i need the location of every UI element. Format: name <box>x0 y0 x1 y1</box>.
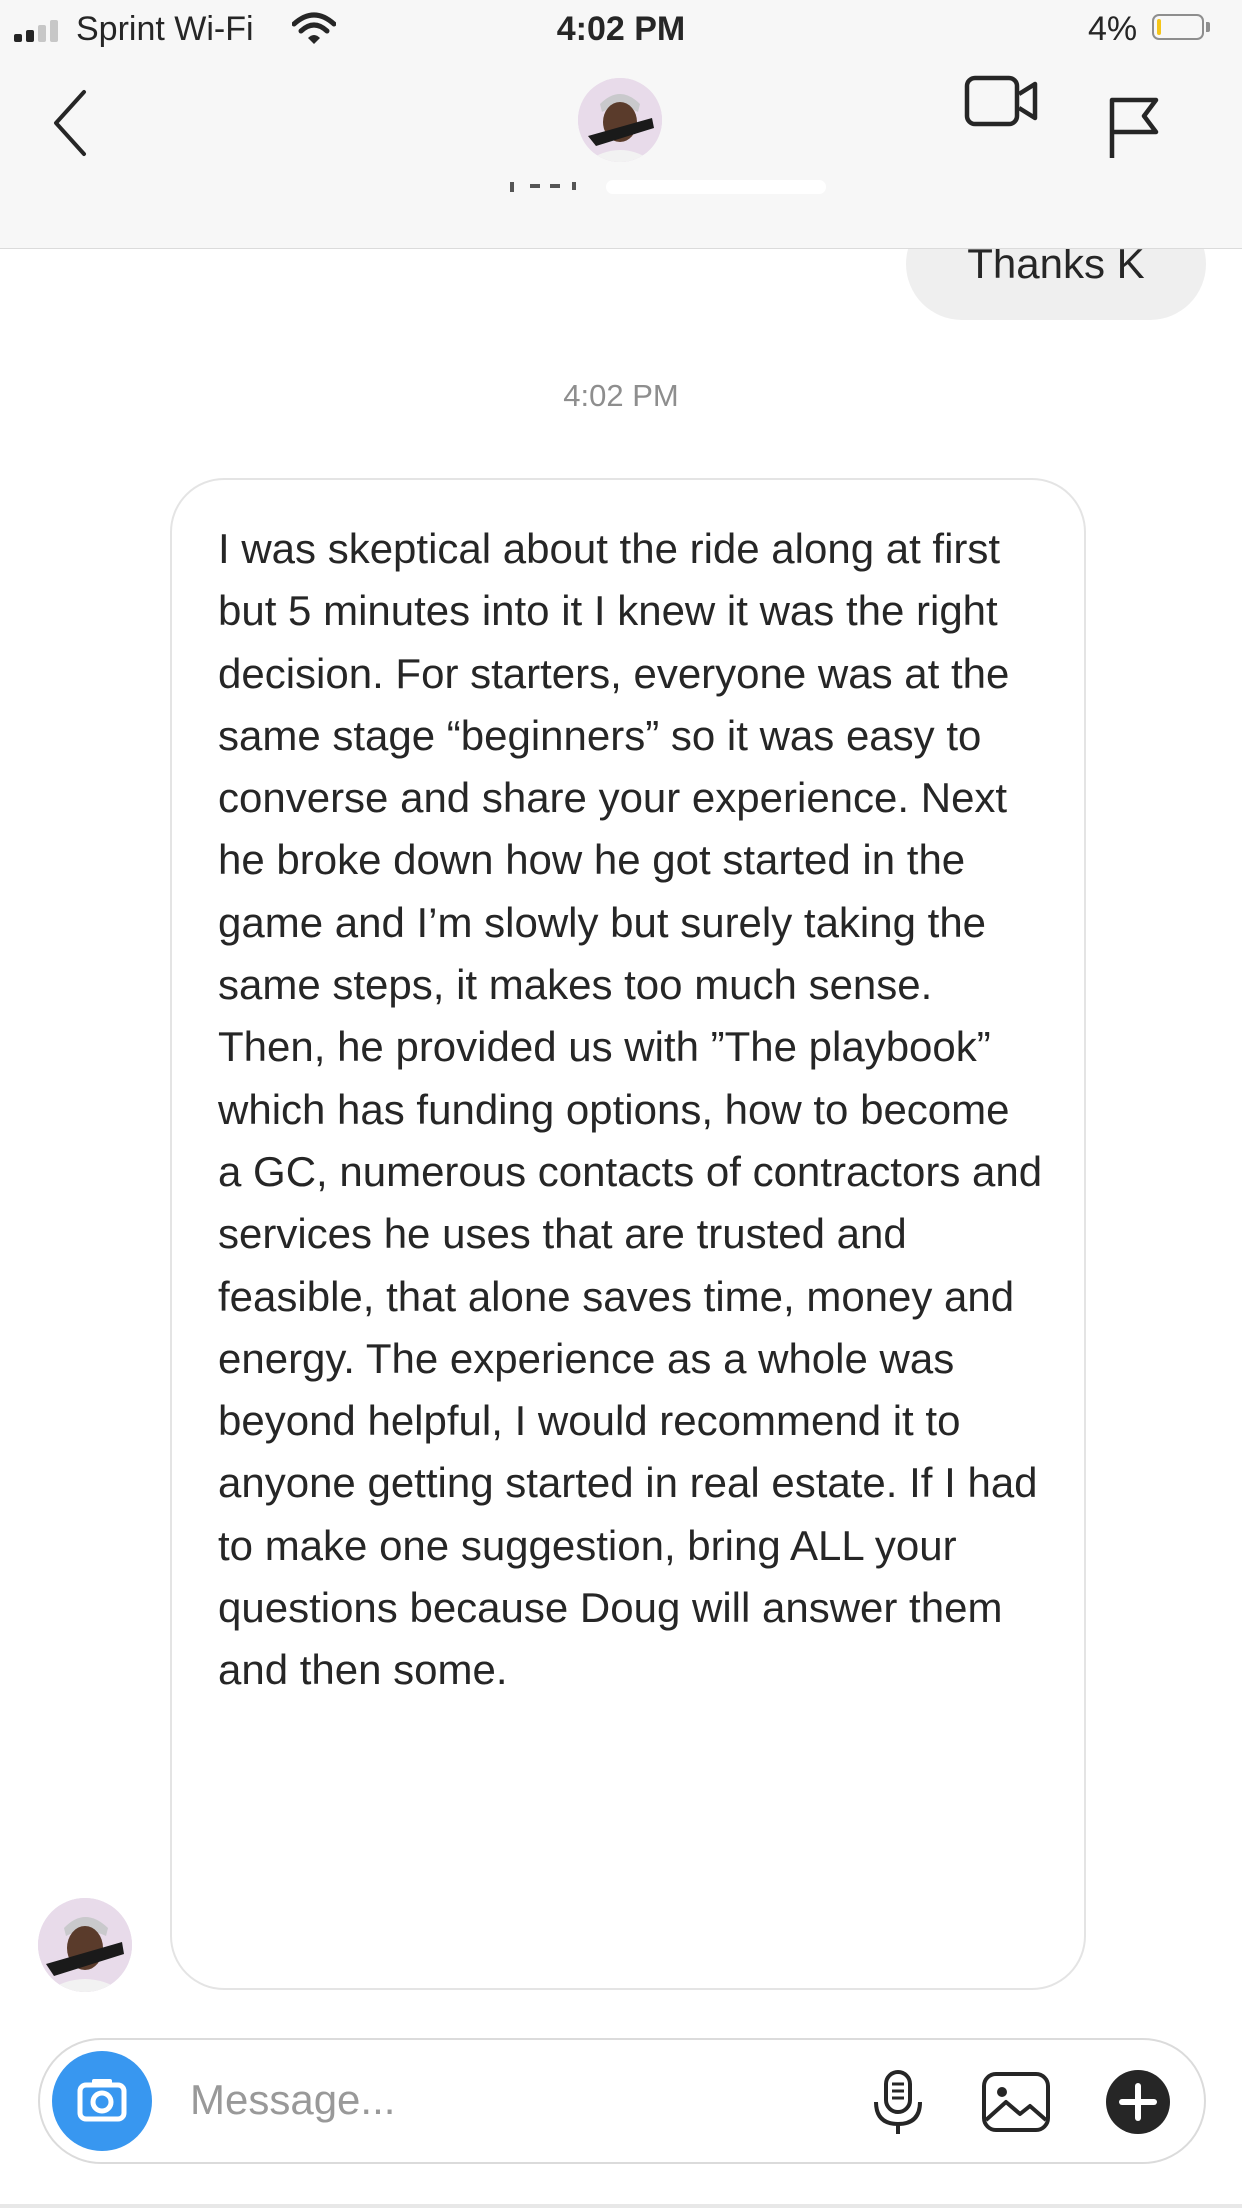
message-input[interactable] <box>190 2070 690 2130</box>
bottom-edge <box>0 2204 1242 2208</box>
battery-icon <box>1152 14 1204 40</box>
gallery-icon[interactable] <box>980 2070 1052 2134</box>
conversation-header: Sprint Wi-Fi 4:02 PM 4% <box>0 0 1242 249</box>
battery-tip <box>1206 22 1210 32</box>
flag-icon[interactable] <box>1106 96 1160 160</box>
incoming-message-text: I was skeptical about the ride along at … <box>218 525 1043 1694</box>
video-camera-icon[interactable] <box>963 72 1043 130</box>
message-timestamp: 4:02 PM <box>563 378 679 413</box>
status-bar: Sprint Wi-Fi 4:02 PM 4% <box>0 0 1242 60</box>
redacted-username <box>510 180 826 194</box>
chevron-left-icon[interactable] <box>50 88 90 158</box>
status-time: 4:02 PM <box>556 10 686 48</box>
microphone-icon[interactable] <box>868 2068 928 2138</box>
camera-button[interactable] <box>52 2051 152 2151</box>
avatar-image <box>578 78 662 162</box>
camera-icon <box>77 2079 127 2122</box>
sender-avatar[interactable] <box>38 1898 132 1992</box>
plus-icon[interactable] <box>1104 2068 1172 2136</box>
battery-percent: 4% <box>1088 10 1138 48</box>
avatar-image <box>38 1898 132 1992</box>
message-composer <box>38 2038 1206 2164</box>
contact-avatar[interactable] <box>578 78 662 162</box>
incoming-message-bubble[interactable]: I was skeptical about the ride along at … <box>170 478 1086 1990</box>
